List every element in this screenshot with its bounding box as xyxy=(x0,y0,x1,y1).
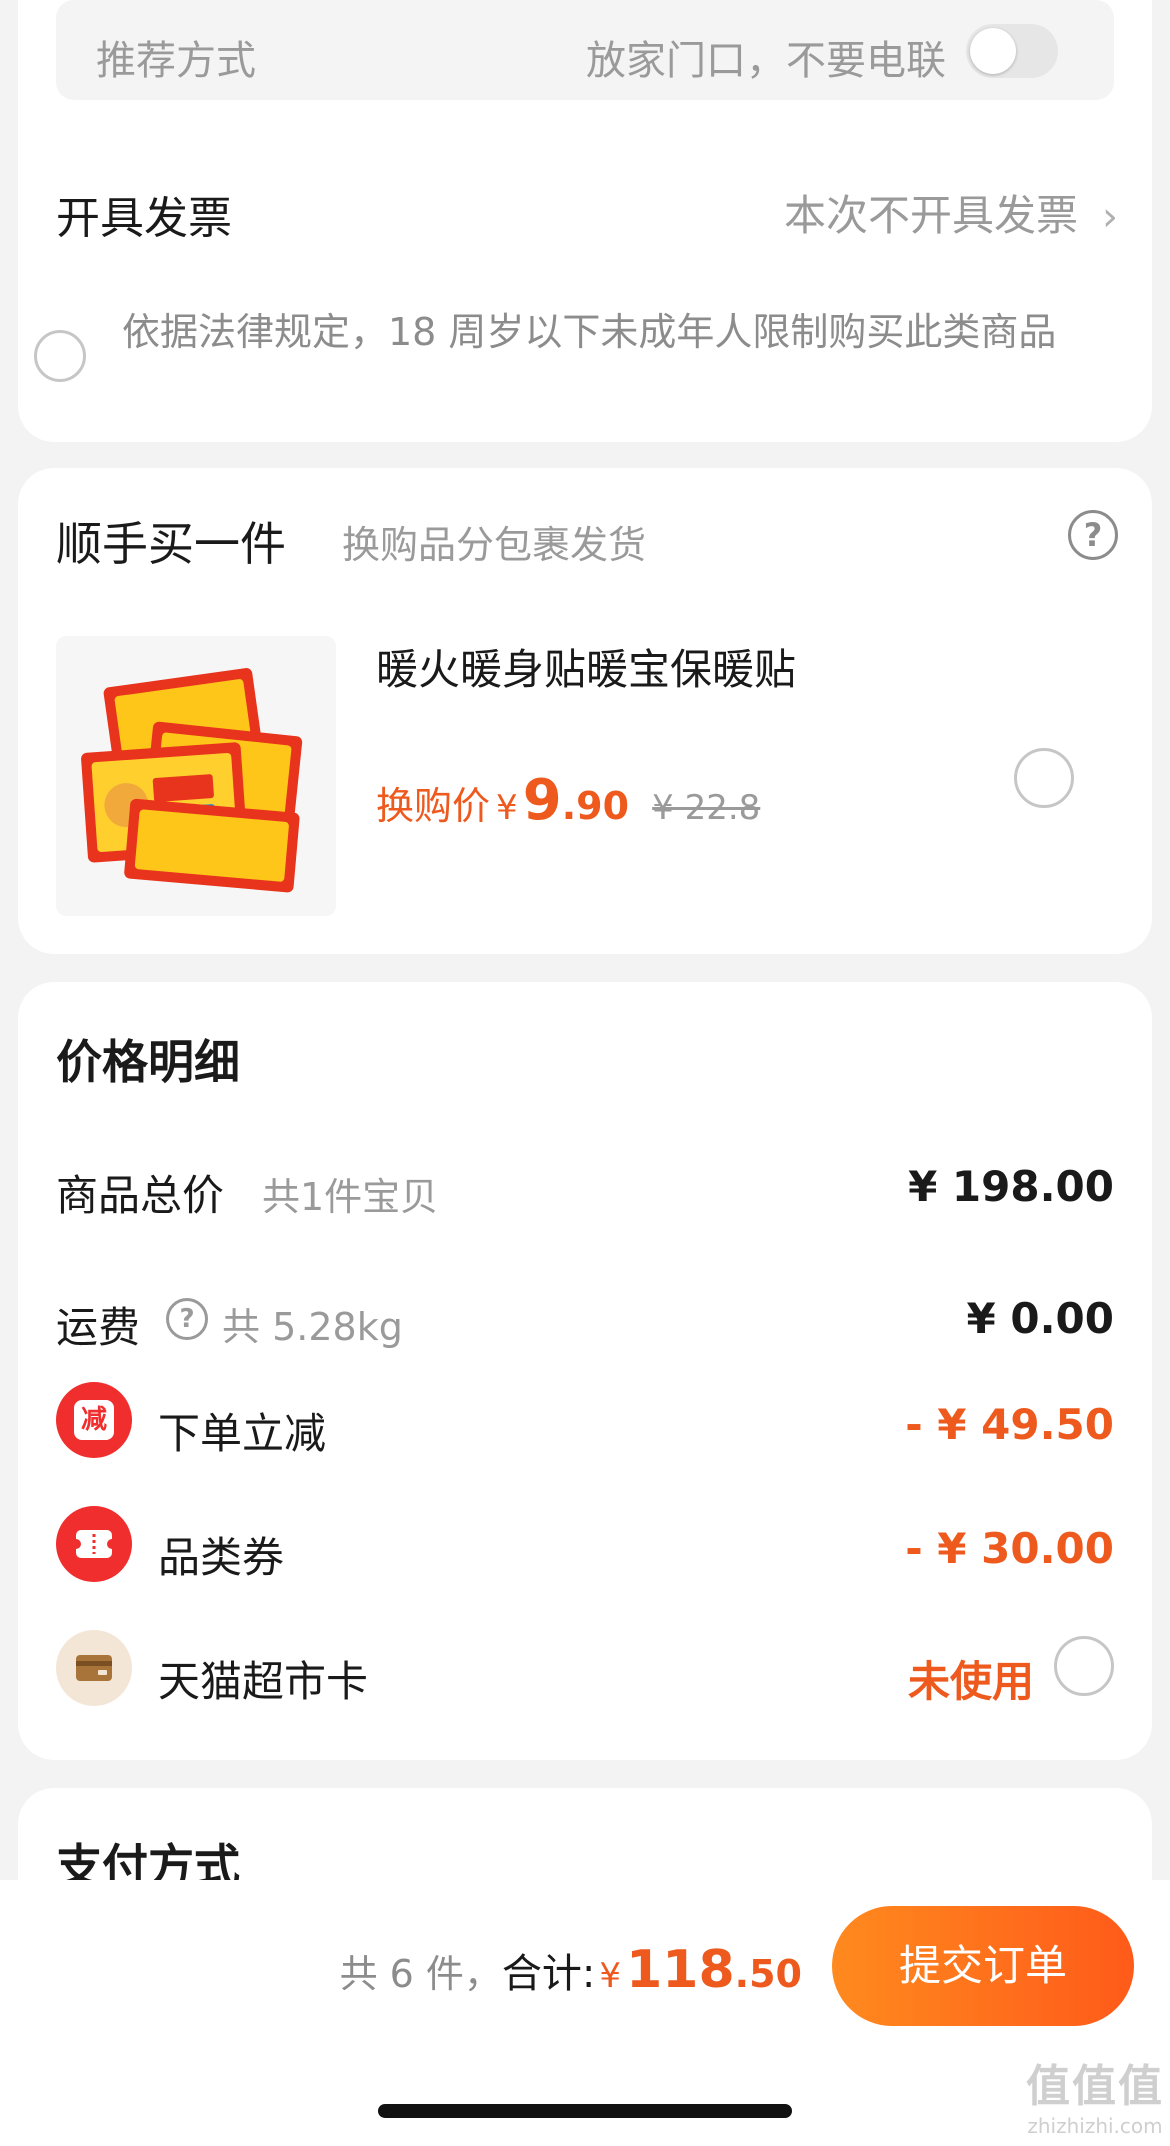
legal-agree-radio[interactable] xyxy=(34,330,86,382)
home-indicator[interactable] xyxy=(378,2104,792,2118)
watermark-logo: 值值值 xyxy=(1026,2061,1164,2112)
watermark-domain: zhizhizhi.com xyxy=(1027,2114,1163,2138)
total-decimal: .50 xyxy=(734,1952,802,1996)
addon-purchase-card: 顺手买一件 换购品分包裹发货 ? 暖火暖身贴暖宝保暖贴 换购价 ¥ 9.90 ¥… xyxy=(18,468,1152,954)
total-label: 合计: xyxy=(501,1951,596,1997)
ticket-icon xyxy=(56,1506,132,1582)
delivery-label: 推荐方式 xyxy=(96,38,256,84)
market-card-value: 未使用 xyxy=(907,1657,1034,1706)
product-price: 换购价 ¥ 9.90 ¥ 22.8 xyxy=(376,768,760,833)
instant-discount-value: - ¥ 49.50 xyxy=(905,1400,1114,1449)
watermark: 值值值 zhizhizhi.com xyxy=(1026,2050,1164,2138)
invoice-label: 开具发票 xyxy=(56,193,232,244)
delivery-toggle[interactable] xyxy=(966,24,1058,78)
order-options-card: 推荐方式 放家门口，不要电联 开具发票 本次不开具发票 › 依据法律规定，18 … xyxy=(18,0,1152,442)
addon-select-radio[interactable] xyxy=(1014,748,1074,808)
product-image[interactable] xyxy=(56,636,336,916)
delivery-preference-row[interactable]: 推荐方式 放家门口，不要电联 xyxy=(56,0,1114,100)
order-total: 共 6 件，合计: ¥ 118.50 xyxy=(340,1940,802,2000)
product-name[interactable]: 暖火暖身贴暖宝保暖贴 xyxy=(376,636,796,697)
goods-total-label: 商品总价 xyxy=(56,1171,225,1220)
addon-title: 顺手买一件 xyxy=(56,517,286,571)
goods-total-value: ¥ 198.00 xyxy=(908,1162,1114,1211)
price-detail-title: 价格明细 xyxy=(56,1035,240,1089)
category-coupon-value[interactable]: - ¥ 30.00 xyxy=(905,1524,1114,1573)
total-integer: 118 xyxy=(626,1940,735,2000)
shipping-label: 运费 xyxy=(56,1303,141,1352)
total-currency: ¥ xyxy=(599,1956,622,1996)
original-price: ¥ 22.8 xyxy=(652,788,761,828)
price-label: 换购价 xyxy=(376,784,491,828)
market-card-label: 天猫超市卡 xyxy=(158,1657,369,1706)
instant-discount-badge: 减 xyxy=(74,1400,114,1440)
delivery-value: 放家门口，不要电联 xyxy=(586,38,946,84)
market-card-radio[interactable] xyxy=(1054,1636,1114,1696)
help-icon[interactable]: ? xyxy=(1068,510,1118,560)
price-integer: 9 xyxy=(522,768,562,833)
category-coupon-label: 品类券 xyxy=(158,1533,285,1582)
invoice-value[interactable]: 本次不开具发票 xyxy=(784,182,1078,243)
instant-discount-label: 下单立减 xyxy=(158,1409,327,1458)
heat-pack-illustration xyxy=(81,668,303,893)
item-count: 共 6 件， xyxy=(339,1952,502,1996)
price-detail-card: 价格明细 商品总价 共1件宝贝 ¥ 198.00 运费 ? 共 5.28kg ¥… xyxy=(18,982,1152,1760)
addon-subtitle: 换购品分包裹发货 xyxy=(342,523,647,567)
goods-count: 共1件宝贝 xyxy=(262,1175,439,1219)
shipping-value: ¥ 0.00 xyxy=(966,1294,1114,1343)
submit-order-button[interactable]: 提交订单 xyxy=(832,1906,1134,2026)
toggle-knob xyxy=(970,28,1016,74)
shipping-weight: 共 5.28kg xyxy=(222,1305,403,1349)
instant-discount-icon: 减 xyxy=(56,1382,132,1458)
checkout-bar: 共 6 件，合计: ¥ 118.50 提交订单 值值值 zhizhizhi.com xyxy=(0,1880,1170,2146)
price-decimal: .90 xyxy=(561,784,630,828)
legal-notice: 依据法律规定，18 周岁以下未成年人限制购买此类商品 xyxy=(122,310,1057,354)
price-currency: ¥ xyxy=(496,788,518,828)
chevron-right-icon[interactable]: › xyxy=(1102,194,1118,240)
wallet-card-icon xyxy=(56,1630,132,1706)
shipping-help-icon[interactable]: ? xyxy=(166,1298,208,1340)
